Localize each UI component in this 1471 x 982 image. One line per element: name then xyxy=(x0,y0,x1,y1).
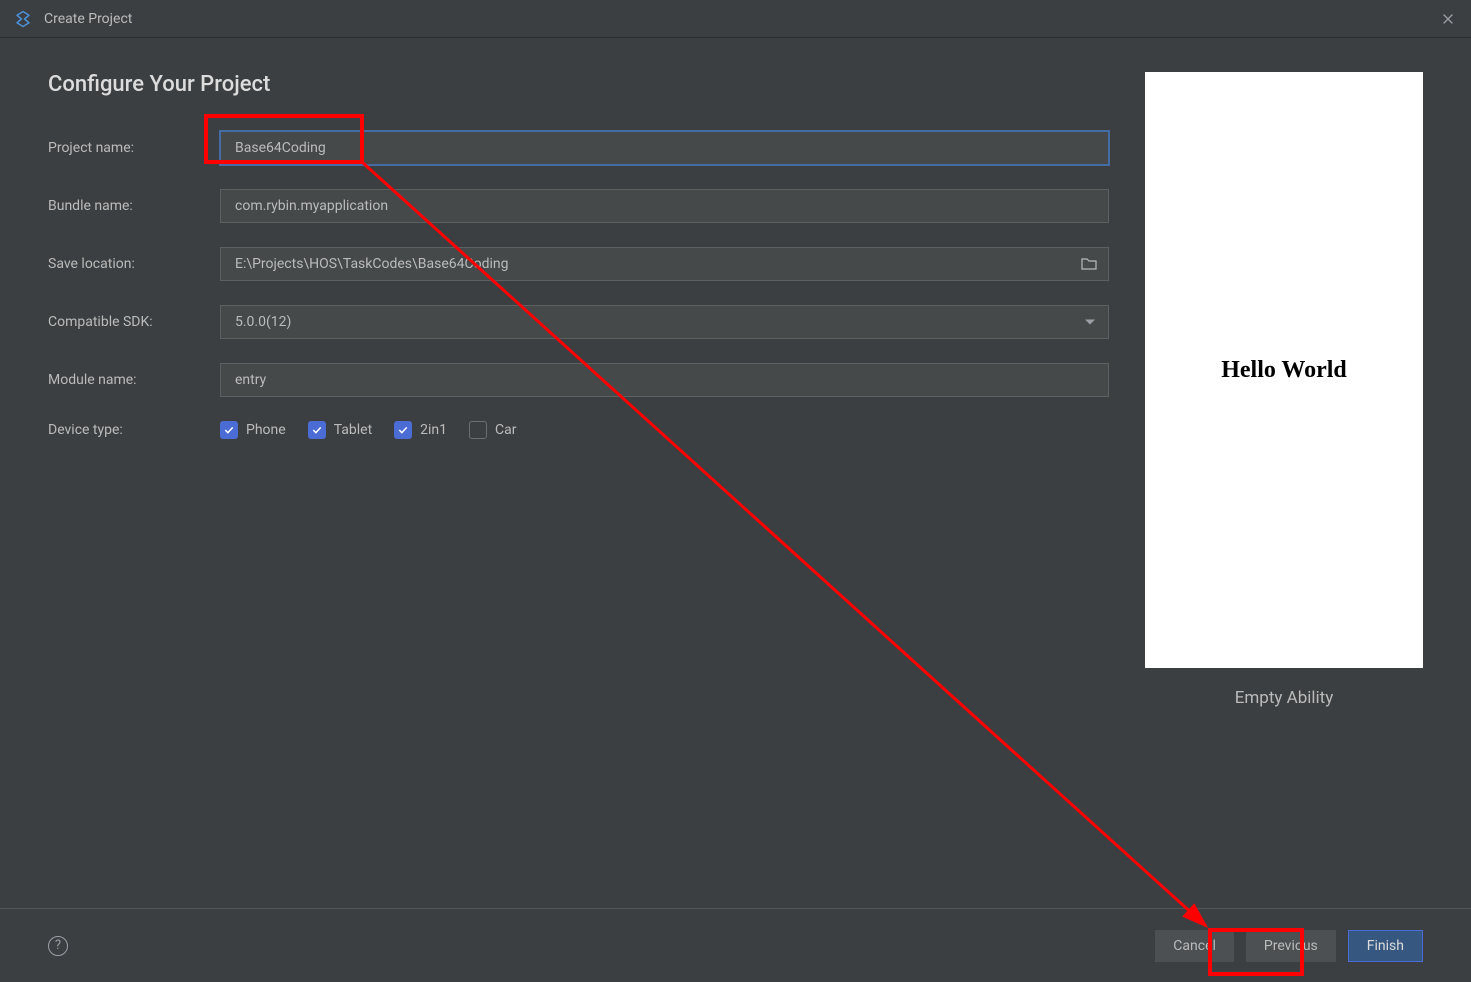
finish-button[interactable]: Finish xyxy=(1348,930,1423,962)
help-icon[interactable]: ? xyxy=(48,936,68,956)
project-name-label: Project name: xyxy=(48,140,220,156)
device-car-label: Car xyxy=(495,422,516,438)
page-title: Configure Your Project xyxy=(48,72,1109,97)
save-location-input[interactable] xyxy=(220,247,1109,281)
device-phone-label: Phone xyxy=(246,422,286,438)
compatible-sdk-select[interactable] xyxy=(220,305,1109,339)
bundle-name-label: Bundle name: xyxy=(48,198,220,214)
module-name-label: Module name: xyxy=(48,372,220,388)
device-car-checkbox[interactable] xyxy=(469,421,487,439)
save-location-row: Save location: xyxy=(48,247,1109,281)
device-phone-checkbox[interactable] xyxy=(220,421,238,439)
project-name-input[interactable] xyxy=(220,131,1109,165)
footer: ? Cancel Previous Finish xyxy=(0,908,1471,982)
device-tablet-item: Tablet xyxy=(308,421,372,439)
preview-phone: Hello World xyxy=(1145,72,1423,668)
preview-label: Empty Ability xyxy=(1235,688,1334,708)
device-car-item: Car xyxy=(469,421,516,439)
bundle-name-row: Bundle name: xyxy=(48,189,1109,223)
device-2in1-checkbox[interactable] xyxy=(394,421,412,439)
form-area: Configure Your Project Project name: Bun… xyxy=(48,72,1145,908)
device-tablet-checkbox[interactable] xyxy=(308,421,326,439)
previous-button[interactable]: Previous xyxy=(1246,930,1336,962)
window-title: Create Project xyxy=(44,11,132,27)
close-icon[interactable] xyxy=(1439,10,1457,28)
device-type-label: Device type: xyxy=(48,422,220,438)
module-name-row: Module name: xyxy=(48,363,1109,397)
cancel-button[interactable]: Cancel xyxy=(1155,930,1234,962)
module-name-input[interactable] xyxy=(220,363,1109,397)
preview-text: Hello World xyxy=(1221,357,1347,384)
project-name-row: Project name: xyxy=(48,131,1109,165)
bundle-name-input[interactable] xyxy=(220,189,1109,223)
device-tablet-label: Tablet xyxy=(334,422,372,438)
preview-area: Hello World Empty Ability xyxy=(1145,72,1423,908)
device-2in1-item: 2in1 xyxy=(394,421,447,439)
device-type-row: Device type: Phone Tablet xyxy=(48,421,1109,439)
folder-icon[interactable] xyxy=(1081,256,1097,272)
compatible-sdk-label: Compatible SDK: xyxy=(48,314,220,330)
app-logo-icon xyxy=(14,10,32,28)
save-location-label: Save location: xyxy=(48,256,220,272)
titlebar: Create Project xyxy=(0,0,1471,38)
chevron-down-icon[interactable] xyxy=(1085,320,1095,325)
content: Configure Your Project Project name: Bun… xyxy=(0,38,1471,908)
device-phone-item: Phone xyxy=(220,421,286,439)
compatible-sdk-row: Compatible SDK: xyxy=(48,305,1109,339)
device-2in1-label: 2in1 xyxy=(420,422,447,438)
